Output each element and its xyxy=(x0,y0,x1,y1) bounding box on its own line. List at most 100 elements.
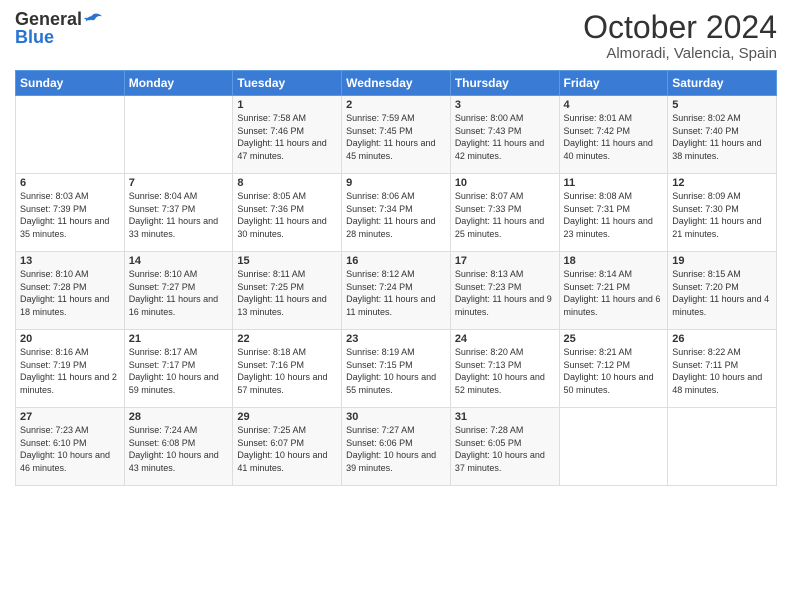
logo-general-text: General xyxy=(15,10,82,28)
calendar-cell xyxy=(16,96,125,174)
day-info: Sunrise: 8:03 AM Sunset: 7:39 PM Dayligh… xyxy=(20,190,120,240)
day-info: Sunrise: 8:10 AM Sunset: 7:28 PM Dayligh… xyxy=(20,268,120,318)
calendar-week-row: 6Sunrise: 8:03 AM Sunset: 7:39 PM Daylig… xyxy=(16,174,777,252)
calendar-cell: 24Sunrise: 8:20 AM Sunset: 7:13 PM Dayli… xyxy=(450,330,559,408)
day-info: Sunrise: 8:18 AM Sunset: 7:16 PM Dayligh… xyxy=(237,346,337,396)
calendar-cell xyxy=(124,96,233,174)
day-header-friday: Friday xyxy=(559,71,668,96)
calendar-header-row: SundayMondayTuesdayWednesdayThursdayFrid… xyxy=(16,71,777,96)
calendar-cell: 6Sunrise: 8:03 AM Sunset: 7:39 PM Daylig… xyxy=(16,174,125,252)
calendar-cell: 1Sunrise: 7:58 AM Sunset: 7:46 PM Daylig… xyxy=(233,96,342,174)
day-info: Sunrise: 8:07 AM Sunset: 7:33 PM Dayligh… xyxy=(455,190,555,240)
calendar-cell: 15Sunrise: 8:11 AM Sunset: 7:25 PM Dayli… xyxy=(233,252,342,330)
day-info: Sunrise: 7:24 AM Sunset: 6:08 PM Dayligh… xyxy=(129,424,229,474)
calendar-cell: 31Sunrise: 7:28 AM Sunset: 6:05 PM Dayli… xyxy=(450,408,559,486)
calendar-week-row: 27Sunrise: 7:23 AM Sunset: 6:10 PM Dayli… xyxy=(16,408,777,486)
day-info: Sunrise: 7:59 AM Sunset: 7:45 PM Dayligh… xyxy=(346,112,446,162)
day-number: 21 xyxy=(129,333,229,345)
day-number: 12 xyxy=(672,177,772,189)
day-header-monday: Monday xyxy=(124,71,233,96)
day-info: Sunrise: 8:19 AM Sunset: 7:15 PM Dayligh… xyxy=(346,346,446,396)
day-info: Sunrise: 8:22 AM Sunset: 7:11 PM Dayligh… xyxy=(672,346,772,396)
calendar-cell: 17Sunrise: 8:13 AM Sunset: 7:23 PM Dayli… xyxy=(450,252,559,330)
page: General Blue October 2024 Almoradi, Vale… xyxy=(0,0,792,612)
day-number: 2 xyxy=(346,99,446,111)
day-number: 24 xyxy=(455,333,555,345)
day-info: Sunrise: 7:58 AM Sunset: 7:46 PM Dayligh… xyxy=(237,112,337,162)
logo-bird-icon xyxy=(84,12,102,26)
calendar-cell: 22Sunrise: 8:18 AM Sunset: 7:16 PM Dayli… xyxy=(233,330,342,408)
day-number: 16 xyxy=(346,255,446,267)
day-info: Sunrise: 7:28 AM Sunset: 6:05 PM Dayligh… xyxy=(455,424,555,474)
calendar-cell xyxy=(559,408,668,486)
calendar-cell: 2Sunrise: 7:59 AM Sunset: 7:45 PM Daylig… xyxy=(342,96,451,174)
calendar-cell: 12Sunrise: 8:09 AM Sunset: 7:30 PM Dayli… xyxy=(668,174,777,252)
day-info: Sunrise: 8:13 AM Sunset: 7:23 PM Dayligh… xyxy=(455,268,555,318)
day-number: 4 xyxy=(564,99,664,111)
day-number: 17 xyxy=(455,255,555,267)
day-number: 27 xyxy=(20,411,120,423)
calendar-week-row: 1Sunrise: 7:58 AM Sunset: 7:46 PM Daylig… xyxy=(16,96,777,174)
calendar-cell: 13Sunrise: 8:10 AM Sunset: 7:28 PM Dayli… xyxy=(16,252,125,330)
day-info: Sunrise: 8:02 AM Sunset: 7:40 PM Dayligh… xyxy=(672,112,772,162)
calendar-cell: 5Sunrise: 8:02 AM Sunset: 7:40 PM Daylig… xyxy=(668,96,777,174)
day-info: Sunrise: 7:25 AM Sunset: 6:07 PM Dayligh… xyxy=(237,424,337,474)
day-number: 22 xyxy=(237,333,337,345)
logo: General Blue xyxy=(15,10,102,46)
calendar-cell: 28Sunrise: 7:24 AM Sunset: 6:08 PM Dayli… xyxy=(124,408,233,486)
day-number: 18 xyxy=(564,255,664,267)
day-info: Sunrise: 8:00 AM Sunset: 7:43 PM Dayligh… xyxy=(455,112,555,162)
calendar-cell: 7Sunrise: 8:04 AM Sunset: 7:37 PM Daylig… xyxy=(124,174,233,252)
day-number: 23 xyxy=(346,333,446,345)
month-title: October 2024 xyxy=(583,10,777,45)
calendar-cell: 8Sunrise: 8:05 AM Sunset: 7:36 PM Daylig… xyxy=(233,174,342,252)
day-number: 26 xyxy=(672,333,772,345)
day-info: Sunrise: 8:09 AM Sunset: 7:30 PM Dayligh… xyxy=(672,190,772,240)
day-header-tuesday: Tuesday xyxy=(233,71,342,96)
day-header-sunday: Sunday xyxy=(16,71,125,96)
calendar-cell: 11Sunrise: 8:08 AM Sunset: 7:31 PM Dayli… xyxy=(559,174,668,252)
day-info: Sunrise: 8:16 AM Sunset: 7:19 PM Dayligh… xyxy=(20,346,120,396)
calendar-cell: 3Sunrise: 8:00 AM Sunset: 7:43 PM Daylig… xyxy=(450,96,559,174)
day-info: Sunrise: 7:23 AM Sunset: 6:10 PM Dayligh… xyxy=(20,424,120,474)
calendar-cell: 30Sunrise: 7:27 AM Sunset: 6:06 PM Dayli… xyxy=(342,408,451,486)
calendar-cell: 23Sunrise: 8:19 AM Sunset: 7:15 PM Dayli… xyxy=(342,330,451,408)
day-number: 25 xyxy=(564,333,664,345)
day-number: 28 xyxy=(129,411,229,423)
calendar-cell xyxy=(668,408,777,486)
day-header-thursday: Thursday xyxy=(450,71,559,96)
calendar-cell: 4Sunrise: 8:01 AM Sunset: 7:42 PM Daylig… xyxy=(559,96,668,174)
day-number: 30 xyxy=(346,411,446,423)
calendar-cell: 20Sunrise: 8:16 AM Sunset: 7:19 PM Dayli… xyxy=(16,330,125,408)
day-number: 13 xyxy=(20,255,120,267)
day-info: Sunrise: 8:04 AM Sunset: 7:37 PM Dayligh… xyxy=(129,190,229,240)
day-number: 8 xyxy=(237,177,337,189)
calendar-cell: 26Sunrise: 8:22 AM Sunset: 7:11 PM Dayli… xyxy=(668,330,777,408)
day-number: 3 xyxy=(455,99,555,111)
logo-blue-text: Blue xyxy=(15,28,54,46)
day-info: Sunrise: 8:01 AM Sunset: 7:42 PM Dayligh… xyxy=(564,112,664,162)
calendar-week-row: 20Sunrise: 8:16 AM Sunset: 7:19 PM Dayli… xyxy=(16,330,777,408)
calendar-cell: 19Sunrise: 8:15 AM Sunset: 7:20 PM Dayli… xyxy=(668,252,777,330)
day-info: Sunrise: 8:08 AM Sunset: 7:31 PM Dayligh… xyxy=(564,190,664,240)
day-number: 15 xyxy=(237,255,337,267)
day-header-wednesday: Wednesday xyxy=(342,71,451,96)
calendar-table: SundayMondayTuesdayWednesdayThursdayFrid… xyxy=(15,70,777,486)
day-number: 5 xyxy=(672,99,772,111)
calendar-week-row: 13Sunrise: 8:10 AM Sunset: 7:28 PM Dayli… xyxy=(16,252,777,330)
day-info: Sunrise: 8:12 AM Sunset: 7:24 PM Dayligh… xyxy=(346,268,446,318)
day-number: 20 xyxy=(20,333,120,345)
calendar-cell: 18Sunrise: 8:14 AM Sunset: 7:21 PM Dayli… xyxy=(559,252,668,330)
day-number: 14 xyxy=(129,255,229,267)
calendar-cell: 10Sunrise: 8:07 AM Sunset: 7:33 PM Dayli… xyxy=(450,174,559,252)
day-info: Sunrise: 8:05 AM Sunset: 7:36 PM Dayligh… xyxy=(237,190,337,240)
day-info: Sunrise: 8:06 AM Sunset: 7:34 PM Dayligh… xyxy=(346,190,446,240)
day-info: Sunrise: 8:21 AM Sunset: 7:12 PM Dayligh… xyxy=(564,346,664,396)
day-number: 29 xyxy=(237,411,337,423)
location: Almoradi, Valencia, Spain xyxy=(583,45,777,62)
calendar-cell: 9Sunrise: 8:06 AM Sunset: 7:34 PM Daylig… xyxy=(342,174,451,252)
day-info: Sunrise: 8:14 AM Sunset: 7:21 PM Dayligh… xyxy=(564,268,664,318)
day-number: 10 xyxy=(455,177,555,189)
calendar-cell: 14Sunrise: 8:10 AM Sunset: 7:27 PM Dayli… xyxy=(124,252,233,330)
day-number: 7 xyxy=(129,177,229,189)
